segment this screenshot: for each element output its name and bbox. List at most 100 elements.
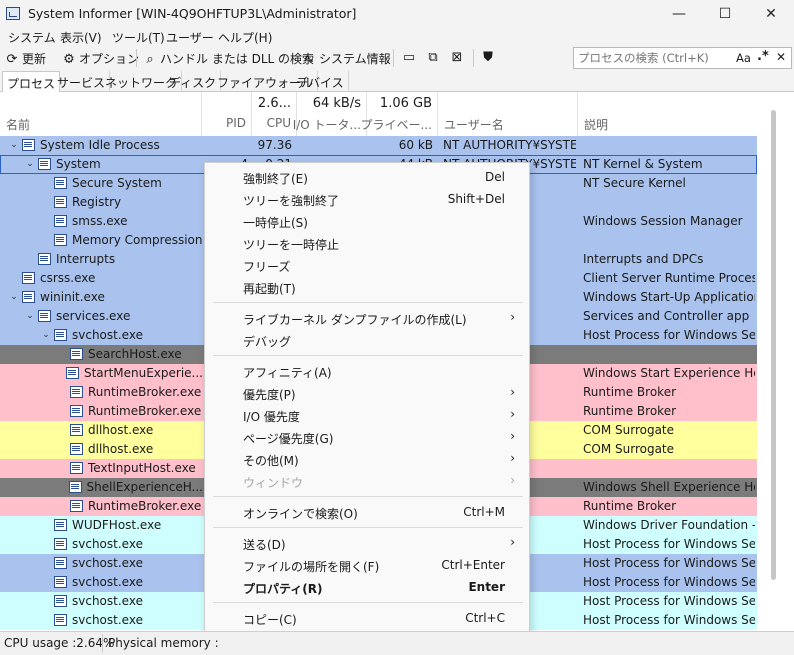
chevron-down-icon[interactable]: ⌄ xyxy=(24,311,36,321)
process-name-cell: svchost.exe xyxy=(40,575,203,589)
column-cpu[interactable]: 2.6... CPU xyxy=(252,92,297,136)
process-name: Memory Compression xyxy=(72,233,203,247)
context-menu-item[interactable]: ツリーを一時停止 xyxy=(205,232,529,254)
find-window-button[interactable]: ⧉ xyxy=(426,50,443,65)
column-name[interactable]: 名前 xyxy=(0,92,202,136)
tab-devices[interactable]: デバイス xyxy=(292,71,349,92)
column-user[interactable]: ユーザー名 xyxy=(438,92,578,136)
context-menu-item[interactable]: ツリーを強制終了 Shift+Del xyxy=(205,188,529,210)
refresh-button[interactable]: ⟳ 更新 xyxy=(5,50,46,67)
context-menu-item[interactable]: ファイルの場所を開く(F) Ctrl+Enter xyxy=(205,554,529,576)
process-name-cell: dllhost.exe xyxy=(56,442,203,456)
process-window-icon xyxy=(70,462,83,474)
process-name: Interrupts xyxy=(56,252,116,266)
context-menu-label: 送る(D) xyxy=(243,538,286,552)
process-window-icon xyxy=(70,424,83,436)
process-name: svchost.exe xyxy=(72,575,143,589)
context-menu-item[interactable]: その他(M) › xyxy=(205,448,529,470)
process-name-cell: Memory Compression xyxy=(40,233,203,247)
chevron-down-icon[interactable]: ⌄ xyxy=(8,140,20,150)
context-menu-label: オンラインで検索(O) xyxy=(243,507,358,521)
process-window-icon xyxy=(70,500,83,512)
maximize-button[interactable]: ☐ xyxy=(702,0,748,28)
find-window-kill-button[interactable]: ⊠ xyxy=(450,50,467,65)
context-menu-shortcut: Ctrl+C xyxy=(465,611,505,625)
menu-separator xyxy=(213,355,523,356)
column-pid[interactable]: PID xyxy=(202,92,252,136)
context-menu-item[interactable]: 優先度(P) › xyxy=(205,382,529,404)
menu-separator xyxy=(213,527,523,528)
regex-toggle[interactable]: .* xyxy=(757,49,769,64)
process-window-icon xyxy=(38,158,51,170)
window-icon-button[interactable]: ▭ xyxy=(402,50,419,65)
options-button[interactable]: ⚙ オプション xyxy=(62,50,139,67)
chevron-down-icon[interactable]: ⌄ xyxy=(24,159,36,169)
column-description[interactable]: 説明 xyxy=(578,92,757,136)
process-desc-cell: COM Surrogate xyxy=(583,423,675,437)
context-menu-item[interactable]: プロパティ(R) Enter xyxy=(205,576,529,598)
process-window-icon xyxy=(70,443,83,455)
close-button[interactable]: ✕ xyxy=(748,0,794,28)
context-menu-item[interactable]: オンラインで検索(O) Ctrl+M xyxy=(205,501,529,523)
chevron-down-icon[interactable]: ⌄ xyxy=(40,330,52,340)
context-menu-item[interactable]: ライブカーネル ダンプファイルの作成(L) › xyxy=(205,307,529,329)
minimize-button[interactable]: — xyxy=(656,0,702,28)
tab-processes[interactable]: プロセス xyxy=(2,71,61,93)
process-name-cell: ⌄ wininit.exe xyxy=(8,290,203,304)
status-separator xyxy=(102,634,103,652)
process-search-input[interactable] xyxy=(578,50,728,66)
context-menu-item[interactable]: コピー(C) Ctrl+C xyxy=(205,607,529,629)
toolbar-separator xyxy=(136,49,137,67)
search-icon: ⌕ xyxy=(146,52,154,67)
process-name: svchost.exe xyxy=(72,613,143,627)
process-name: WUDFHost.exe xyxy=(72,518,162,532)
context-menu-shortcut: Ctrl+M xyxy=(463,505,505,519)
process-desc-cell: Windows Shell Experience Host xyxy=(583,480,755,494)
context-menu-item[interactable]: 強制終了(E) Del xyxy=(205,166,529,188)
scrollbar-thumb[interactable] xyxy=(771,110,776,580)
context-menu-label: 優先度(P) xyxy=(243,388,296,402)
process-window-icon xyxy=(54,234,67,246)
menu-view[interactable]: 表示(V) xyxy=(60,29,102,46)
context-menu-item[interactable]: 再起動(T) xyxy=(205,276,529,298)
menu-system[interactable]: システム xyxy=(8,29,56,46)
find-window-icon: ⧉ xyxy=(428,50,438,65)
menu-help[interactable]: ヘルプ(H) xyxy=(218,29,272,46)
process-window-icon xyxy=(70,386,83,398)
chevron-down-icon[interactable]: ⌄ xyxy=(8,292,20,302)
context-menu-shortcut: Shift+Del xyxy=(447,192,505,206)
context-menu-item[interactable]: デバッグ xyxy=(205,329,529,351)
context-menu-item[interactable]: 送る(D) › xyxy=(205,532,529,554)
context-menu-item[interactable]: アフィニティ(A) xyxy=(205,360,529,382)
gear-icon: ⚙ xyxy=(63,52,75,67)
find-handles-button[interactable]: ⌕ ハンドル または DLL の検索 xyxy=(143,50,314,67)
menu-tools[interactable]: ツール(T) xyxy=(112,29,165,46)
process-row[interactable]: ⌄ System Idle Process 97.36 60 kB NT AUTHORI… xyxy=(0,136,757,155)
process-window-icon xyxy=(22,139,35,151)
context-menu-item[interactable]: フリーズ xyxy=(205,254,529,276)
process-name-cell: svchost.exe xyxy=(40,613,203,627)
process-name: System xyxy=(56,157,101,171)
shield-button[interactable]: ⛊ xyxy=(481,50,498,65)
context-menu-shortcut: Del xyxy=(485,170,505,184)
cpu-total: 2.6... xyxy=(257,96,291,111)
process-desc-cell: Runtime Broker xyxy=(583,385,677,399)
context-menu-label: デバッグ xyxy=(243,335,292,349)
process-name: ShellExperienceH... xyxy=(86,480,203,494)
process-window-icon xyxy=(22,272,35,284)
process-name-cell: Registry xyxy=(40,195,203,209)
context-menu-item[interactable]: ページ優先度(G) › xyxy=(205,426,529,448)
context-menu-label: ライブカーネル ダンプファイルの作成(L) xyxy=(243,313,467,327)
find-handles-label: ハンドル または DLL の検索 xyxy=(160,52,315,66)
context-menu-shortcut: Enter xyxy=(468,580,505,594)
clear-icon[interactable]: ✕ xyxy=(776,50,786,64)
column-private-bytes[interactable]: 1.06 GB プライベー... xyxy=(361,92,438,136)
chevron-right-icon: › xyxy=(510,310,515,324)
vertical-scrollbar[interactable] xyxy=(757,92,794,631)
match-case-toggle[interactable]: Aa xyxy=(736,51,751,65)
column-io[interactable]: 64 kB/s I/O トータ... xyxy=(293,92,367,136)
system-info-button[interactable]: ∿ システム情報 xyxy=(302,50,391,67)
context-menu-item[interactable]: 一時停止(S) xyxy=(205,210,529,232)
context-menu-item[interactable]: I/O 優先度 › xyxy=(205,404,529,426)
menu-users[interactable]: ユーザー xyxy=(166,29,214,46)
